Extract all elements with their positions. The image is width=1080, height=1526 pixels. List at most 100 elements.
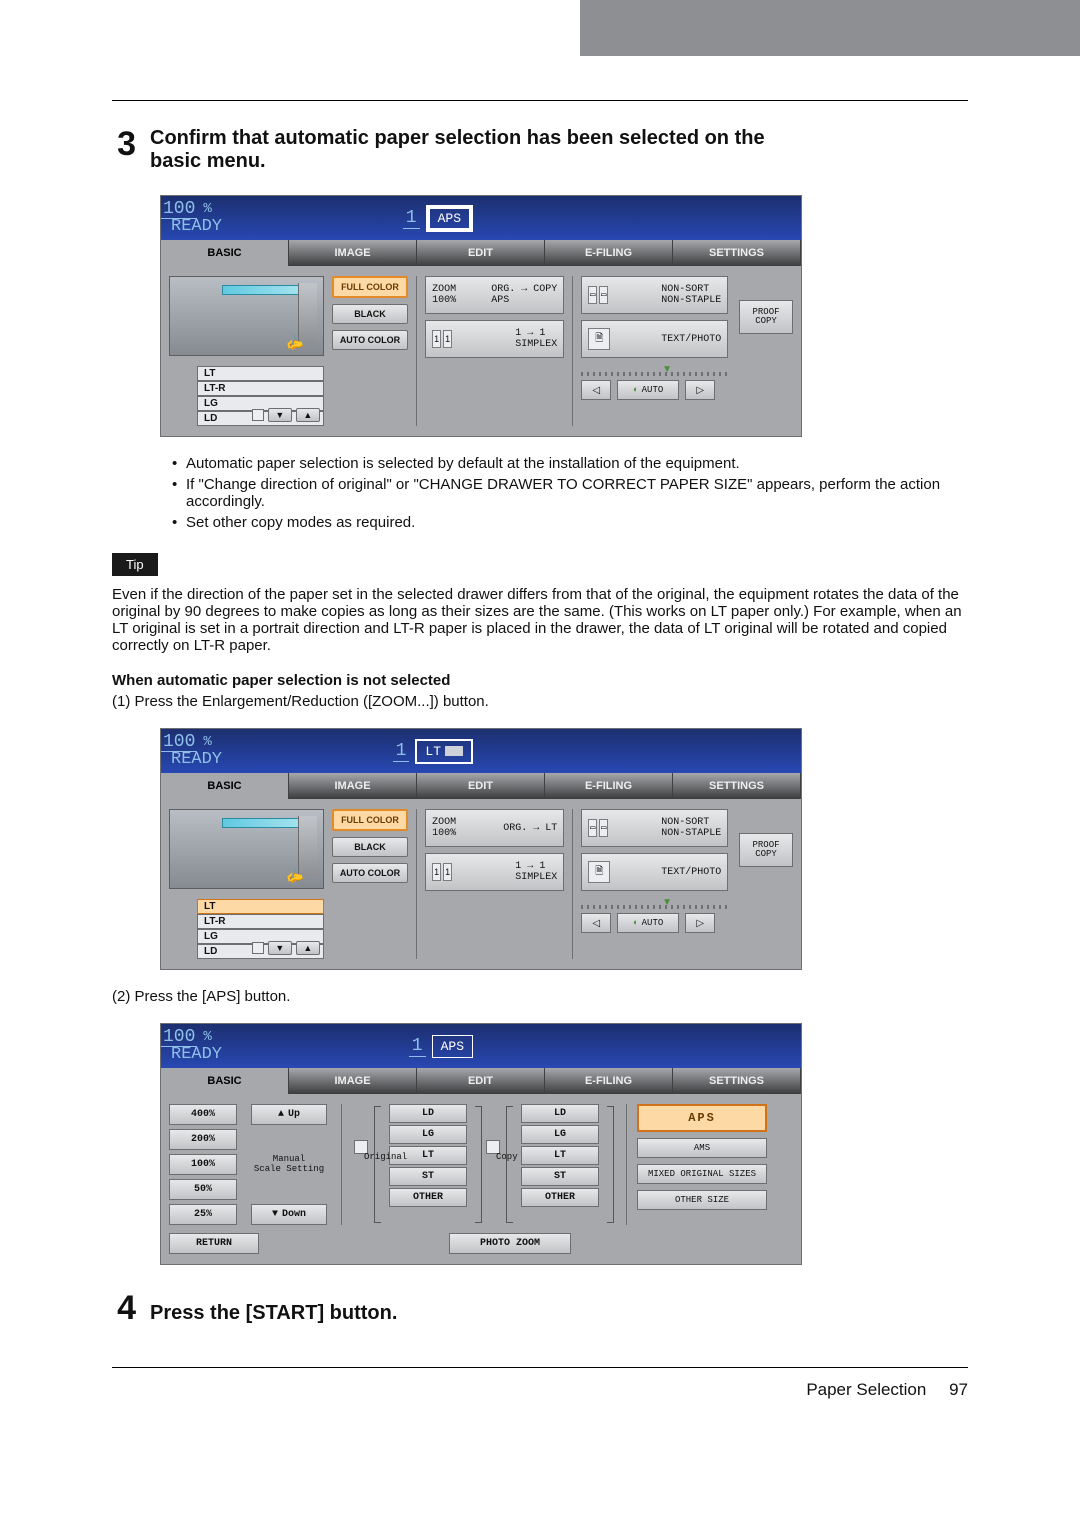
copies-value-3: 1 [409, 1036, 426, 1057]
pct-25[interactable]: 25% [169, 1204, 237, 1225]
pct-100[interactable]: 100% [169, 1154, 237, 1175]
orig-st[interactable]: ST [389, 1167, 467, 1186]
copy-lt[interactable]: LT [521, 1146, 599, 1165]
sort-label-2: NON-SORT NON-STAPLE [661, 817, 721, 839]
auto-color-button[interactable]: AUTO COLOR [332, 330, 408, 350]
tab-edit-3[interactable]: EDIT [417, 1068, 545, 1094]
tab-image-2[interactable]: IMAGE [289, 773, 417, 799]
tab-basic-2[interactable]: BASIC [161, 773, 289, 799]
black-button-2[interactable]: BLACK [332, 837, 408, 857]
simplex-arrow-2: → [527, 861, 533, 872]
simplex-chip[interactable]: 11 1 → 1SIMPLEX [425, 320, 564, 358]
density-auto-button[interactable]: ◐AUTO [617, 380, 679, 400]
pct-400[interactable]: 400% [169, 1104, 237, 1125]
mixed-sizes-button[interactable]: MIXED ORIGINAL SIZES [637, 1164, 767, 1184]
orig-ld[interactable]: LD [389, 1104, 467, 1123]
ready-label-3: READY [171, 1045, 222, 1064]
basic-panel-2: ✍ LT LT-R LG LD ▼ ▲ FULL COLOR [161, 799, 801, 969]
density-left-button[interactable]: ◁ [581, 380, 611, 400]
auto-label-2: AUTO [642, 918, 664, 928]
density-right-button[interactable]: ▷ [685, 380, 715, 400]
scroll-down-button-2[interactable]: ▼ [268, 941, 292, 955]
sub-step-1: (1) Press the Enlargement/Reduction ([ZO… [112, 693, 968, 710]
tab-image-3[interactable]: IMAGE [289, 1068, 417, 1094]
pct-200[interactable]: 200% [169, 1129, 237, 1150]
density-auto-button-2[interactable]: ◐AUTO [617, 913, 679, 933]
up-button[interactable]: ▲Up [251, 1104, 327, 1125]
black-button[interactable]: BLACK [332, 304, 408, 324]
textphoto-chip[interactable]: 🗎 TEXT/PHOTO [581, 320, 728, 358]
tab-settings-2[interactable]: SETTINGS [673, 773, 801, 799]
machine-preview-2: ✍ LT LT-R LG LD ▼ ▲ [169, 809, 324, 959]
ams-button[interactable]: AMS [637, 1138, 767, 1158]
simplex-chip-2[interactable]: 11 1 → 1SIMPLEX [425, 853, 564, 891]
paper-size-text-2: LT [425, 744, 441, 759]
textphoto-chip-2[interactable]: 🗎 TEXT/PHOTO [581, 853, 728, 891]
proof-copy-button-2[interactable]: PROOF COPY [739, 833, 793, 867]
zoom-chip-copy: COPY [533, 284, 557, 295]
copy-ld[interactable]: LD [521, 1104, 599, 1123]
density-left-button-2[interactable]: ◁ [581, 913, 611, 933]
zoom-chip-aps: APS [491, 295, 509, 306]
hand-icon: ✍ [283, 333, 303, 352]
right-options-col: ▭▭ NON-SORT NON-STAPLE 🗎 TEXT/PHOTO ▼ ◁ … [581, 276, 728, 426]
tab-basic-3[interactable]: BASIC [161, 1068, 289, 1094]
drawer-ltr[interactable]: LT-R [197, 381, 324, 396]
sort-icon-1: ▭ [588, 286, 597, 304]
aps-col: APS AMS MIXED ORIGINAL SIZES OTHER SIZE [637, 1104, 767, 1225]
simplex-label: SIMPLEX [515, 339, 557, 350]
figure-basic-lt: 100 % READY 1 LT BASIC IMAGE EDIT [160, 728, 802, 970]
tip-text: Even if the direction of the paper set i… [112, 586, 968, 654]
tab-edit[interactable]: EDIT [417, 240, 545, 266]
copy-st[interactable]: ST [521, 1167, 599, 1186]
full-color-button[interactable]: FULL COLOR [332, 276, 408, 298]
ready-label-2: READY [171, 750, 222, 769]
orig-other[interactable]: OTHER [389, 1188, 467, 1207]
step-3-title: Confirm that automatic paper selection h… [150, 127, 765, 173]
updown-col: ▲Up Manual Scale Setting ▼Down [247, 1104, 331, 1225]
up-label: Up [288, 1109, 300, 1120]
tab-edit-2[interactable]: EDIT [417, 773, 545, 799]
return-button[interactable]: RETURN [169, 1233, 259, 1254]
tab-settings[interactable]: SETTINGS [673, 240, 801, 266]
pct-50[interactable]: 50% [169, 1179, 237, 1200]
tab-efiling[interactable]: E-FILING [545, 240, 673, 266]
drawer-lt-2[interactable]: LT [197, 899, 324, 914]
tab-settings-3[interactable]: SETTINGS [673, 1068, 801, 1094]
down-icon: ▼ [272, 1209, 278, 1220]
scroll-up-button-2[interactable]: ▲ [296, 941, 320, 955]
simplex-to-icon: 1 [443, 330, 452, 348]
orig-lg[interactable]: LG [389, 1125, 467, 1144]
printer-illustration-2: ✍ [169, 809, 324, 889]
photo-zoom-button[interactable]: PHOTO ZOOM [449, 1233, 571, 1254]
zoom-chip[interactable]: ZOOM100% ORG. → COPYAPS [425, 276, 564, 314]
scroll-up-button[interactable]: ▲ [296, 408, 320, 422]
density-right-button-2[interactable]: ▷ [685, 913, 715, 933]
auto-color-button-2[interactable]: AUTO COLOR [332, 863, 408, 883]
other-size-button[interactable]: OTHER SIZE [637, 1190, 767, 1210]
tab-image[interactable]: IMAGE [289, 240, 417, 266]
slider-marker-icon: ▼ [662, 364, 672, 375]
copy-other[interactable]: OTHER [521, 1188, 599, 1207]
tab-efiling-2[interactable]: E-FILING [545, 773, 673, 799]
ready-label: READY [171, 217, 222, 236]
sort-chip-2[interactable]: ▭▭ NON-SORT NON-STAPLE [581, 809, 728, 847]
footer-rule [112, 1367, 968, 1368]
paper-size-text-3: APS [441, 1039, 464, 1054]
full-color-button-2[interactable]: FULL COLOR [332, 809, 408, 831]
mid-options-col: ZOOM100% ORG. → COPYAPS 11 1 → 1SIMPLEX [425, 276, 564, 426]
tab-efiling-3[interactable]: E-FILING [545, 1068, 673, 1094]
proof-copy-button[interactable]: PROOF COPY [739, 300, 793, 334]
scroll-down-button[interactable]: ▼ [268, 408, 292, 422]
copy-lg[interactable]: LG [521, 1125, 599, 1144]
sort-chip[interactable]: ▭▭ NON-SORT NON-STAPLE [581, 276, 728, 314]
drawer-ltr-2[interactable]: LT-R [197, 914, 324, 929]
percent-col: 400% 200% 100% 50% 25% [169, 1104, 237, 1225]
simplex-r: 1 [539, 328, 545, 339]
mid-options-col-2: ZOOM100% ORG. → LT 11 1 → 1SIMPLEX [425, 809, 564, 959]
down-button[interactable]: ▼Down [251, 1204, 327, 1225]
zoom-chip-2[interactable]: ZOOM100% ORG. → LT [425, 809, 564, 847]
drawer-lt[interactable]: LT [197, 366, 324, 381]
aps-button[interactable]: APS [637, 1104, 767, 1132]
tab-basic[interactable]: BASIC [161, 240, 289, 266]
